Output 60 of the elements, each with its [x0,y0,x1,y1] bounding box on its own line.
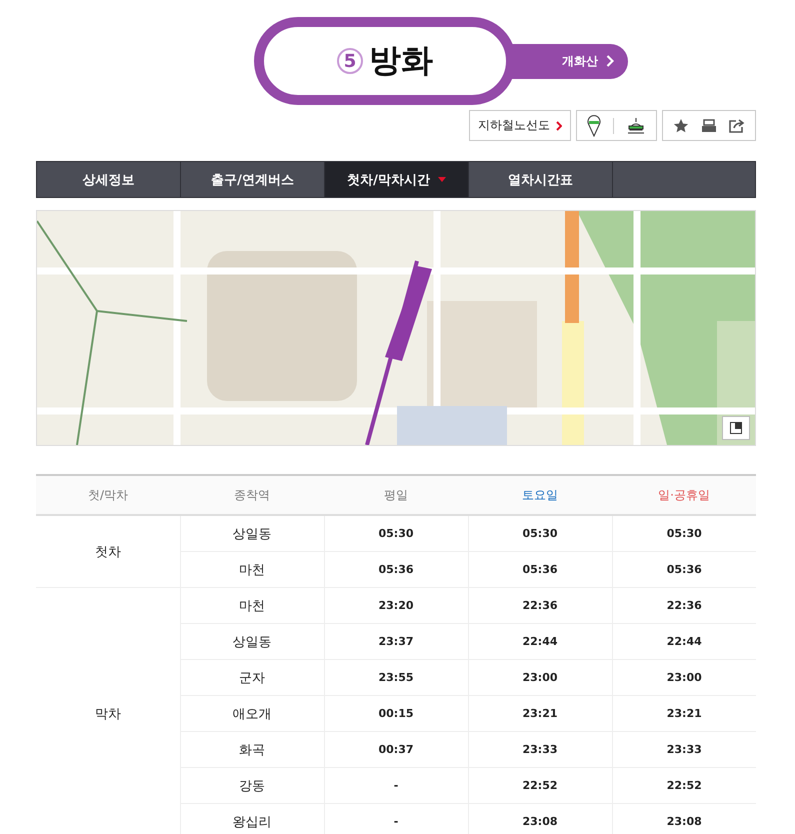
table-cell: 05:36 [612,552,756,588]
column-header: 첫/막차 [36,475,180,515]
tab[interactable]: 상세정보 [37,162,181,197]
table-cell: 23:20 [324,588,468,624]
route-map-link[interactable]: 지하철노선도 [469,110,571,141]
table-cell: 23:21 [612,696,756,732]
table-cell: 23:08 [612,804,756,834]
table-cell: 22:52 [612,768,756,804]
tab[interactable]: 열차시간표 [469,162,613,197]
station-name: 방화 [369,40,433,81]
tab[interactable]: 첫차/막차시간 [325,162,469,197]
table-cell: 05:30 [468,515,612,552]
print-icon[interactable] [701,118,717,132]
table-cell: 애오개 [180,696,324,732]
table-cell: 23:55 [324,660,468,696]
table-cell: 23:33 [612,732,756,768]
table-cell: 23:00 [612,660,756,696]
table-cell: 강동 [180,768,324,804]
table-cell: 23:21 [468,696,612,732]
table-cell: 왕십리 [180,804,324,834]
line-number-badge: 5 [337,48,363,74]
table-cell: 05:30 [612,515,756,552]
table-cell: 막차 [36,588,180,834]
table-cell: 마천 [180,588,324,624]
expand-map-button[interactable] [722,416,750,440]
table-cell: 22:36 [468,588,612,624]
column-header: 일·공휴일 [612,475,756,515]
next-station-button[interactable]: 개화산 [510,44,628,78]
column-header: 토요일 [468,475,612,515]
table-cell: 22:44 [468,624,612,660]
table-cell: 22:36 [612,588,756,624]
table-cell: 23:33 [468,732,612,768]
share-icon[interactable] [729,118,745,132]
table-cell: 05:36 [324,552,468,588]
expand-icon [730,422,742,434]
table-cell: 05:30 [324,515,468,552]
table-cell: 00:15 [324,696,468,732]
chevron-right-icon [606,55,614,67]
table-cell: 상일동 [180,624,324,660]
column-header: 평일 [324,475,468,515]
train-icon[interactable] [626,116,646,136]
table-cell: - [324,804,468,834]
star-icon[interactable] [673,118,689,134]
table-cell: 화곡 [180,732,324,768]
table-cell: 23:08 [468,804,612,834]
table-cell: 마천 [180,552,324,588]
table-cell: 첫차 [36,515,180,588]
table-cell: 22:44 [612,624,756,660]
map-pin-icon[interactable] [587,114,601,136]
table-cell: 05:36 [468,552,612,588]
caret-down-icon [438,177,446,182]
table-cell: - [324,768,468,804]
table-cell: 상일동 [180,515,324,552]
table-cell: 군자 [180,660,324,696]
table-cell: 00:37 [324,732,468,768]
table-cell: 23:37 [324,624,468,660]
chevron-right-icon [556,120,562,130]
table-cell: 22:52 [468,768,612,804]
column-header: 종착역 [180,475,324,515]
table-cell: 23:00 [468,660,612,696]
